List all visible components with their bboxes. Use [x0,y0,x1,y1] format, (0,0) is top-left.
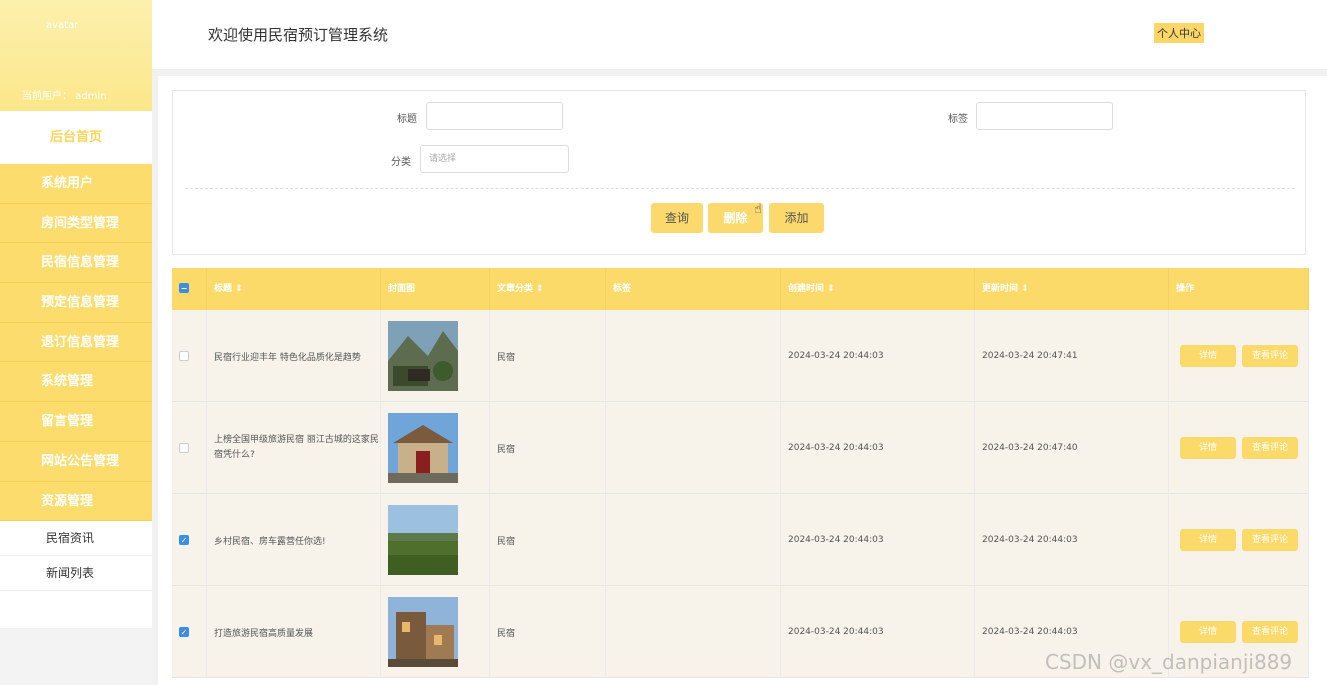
detail-button[interactable]: 详情 [1180,529,1236,551]
row-created: 2024-03-24 20:44:03 [781,586,975,678]
add-button[interactable]: 添加 [769,203,824,233]
sidebar-item-room-types[interactable]: 房间类型管理 [0,203,152,244]
divider [185,188,1295,189]
col-updated[interactable]: 更新时间 ⇕ [975,268,1169,310]
view-comments-button[interactable]: 查看评论 [1242,345,1298,367]
view-comments-button[interactable]: 查看评论 [1242,621,1298,643]
sidebar-blank [0,591,152,629]
top-header: 欢迎使用民宿预订管理系统 个人中心 [152,0,1327,70]
sidebar-item-home[interactable]: 后台首页 [0,111,152,164]
cover-image [381,310,490,402]
col-actions: 操作 [1169,268,1309,310]
sidebar-subitem-homestay-news[interactable]: 民宿资讯 [0,521,152,557]
row-tag [606,310,781,402]
row-created: 2024-03-24 20:44:03 [781,310,975,402]
sidebar-item-bookings[interactable]: 预定信息管理 [0,283,152,323]
row-category: 民宿 [490,310,606,402]
personal-center-button[interactable]: 个人中心 [1154,23,1204,43]
hand-cursor-icon: ☝ [754,202,762,217]
view-comments-button[interactable]: 查看评论 [1242,529,1298,551]
tag-input[interactable] [976,102,1113,130]
detail-button[interactable]: 详情 [1180,437,1236,459]
row-tag [606,494,781,586]
table-row: 民宿行业迎丰年 特色化品质化是趋势 民宿 2024-03-24 20:44:03… [172,310,1309,402]
row-category: 民宿 [490,494,606,586]
row-title: 民宿行业迎丰年 特色化品质化是趋势 [207,310,381,402]
current-user-label: 当前用户： admin [22,91,107,102]
search-panel: 标题 标签 分类 请选择 查询 删除 添加 ☝ [172,90,1306,255]
cover-image [381,494,490,586]
row-checkbox[interactable]: ✓ [179,627,189,637]
sidebar-item-system-admin[interactable]: 系统管理 [0,362,152,403]
sidebar-user-panel: avatar 当前用户： admin [0,0,152,111]
col-cover: 封面图 [381,268,490,310]
row-tag [606,402,781,494]
col-category[interactable]: 文章分类 ⇕ [490,268,606,310]
sidebar-item-homestay-info[interactable]: 民宿信息管理 [0,243,152,284]
watermark: CSDN @vx_danpianji889 [1045,650,1293,674]
detail-button[interactable]: 详情 [1180,621,1236,643]
category-select[interactable]: 请选择 [420,145,569,173]
row-updated: 2024-03-24 20:44:03 [975,494,1169,586]
cover-image [381,402,490,494]
row-title: 打造旅游民宿高质量发展 [207,586,381,678]
tag-label: 标签 [948,114,968,125]
row-updated: 2024-03-24 20:47:41 [975,310,1169,402]
table-row: 上榜全国甲级旅游民宿 丽江古城的这家民宿凭什么? 民宿 2024-03-24 2… [172,402,1309,494]
sidebar-item-system-users[interactable]: 系统用户 [0,164,152,204]
col-tag: 标签 [606,268,781,310]
title-label: 标题 [397,114,417,125]
sidebar-item-announcements[interactable]: 网站公告管理 [0,441,152,482]
news-table: − 标题 ⇕ 封面图 文章分类 ⇕ 标签 创建时间 ⇕ 更新时间 ⇕ 操作 民宿… [172,268,1309,678]
sidebar-item-cancellations[interactable]: 退订信息管理 [0,322,152,363]
table-row: ✓ 乡村民宿、房车露营任你选! 民宿 2024-03-24 20:44:03 2… [172,494,1309,586]
row-title: 上榜全国甲级旅游民宿 丽江古城的这家民宿凭什么? [207,402,381,494]
sidebar-item-messages[interactable]: 留言管理 [0,402,152,442]
page-title: 欢迎使用民宿预订管理系统 [208,26,389,44]
row-title: 乡村民宿、房车露营任你选! [207,494,381,586]
col-title[interactable]: 标题 ⇕ [207,268,381,310]
main-content: 标题 标签 分类 请选择 查询 删除 添加 ☝ − 标题 ⇕ 封面图 文章分类 … [158,76,1327,685]
select-all-checkbox[interactable]: − [179,283,189,293]
table-header: − 标题 ⇕ 封面图 文章分类 ⇕ 标签 创建时间 ⇕ 更新时间 ⇕ 操作 [172,268,1309,310]
row-checkbox[interactable]: ✓ [179,535,189,545]
row-category: 民宿 [490,402,606,494]
row-updated: 2024-03-24 20:47:40 [975,402,1169,494]
sidebar: avatar 当前用户： admin 后台首页 系统用户 房间类型管理 民宿信息… [0,0,152,685]
row-category: 民宿 [490,586,606,678]
sidebar-subitem-news-list[interactable]: 新闻列表 [0,556,152,592]
category-label: 分类 [391,157,411,168]
cover-image [381,586,490,678]
view-comments-button[interactable]: 查看评论 [1242,437,1298,459]
row-created: 2024-03-24 20:44:03 [781,402,975,494]
row-created: 2024-03-24 20:44:03 [781,494,975,586]
detail-button[interactable]: 详情 [1180,345,1236,367]
col-created[interactable]: 创建时间 ⇕ [781,268,975,310]
sidebar-item-resources[interactable]: 资源管理 [0,481,152,522]
avatar: avatar [46,20,79,31]
row-tag [606,586,781,678]
title-input[interactable] [426,102,563,130]
query-button[interactable]: 查询 [651,203,703,233]
select-all-cell: − [172,268,207,310]
row-checkbox[interactable] [179,443,189,453]
row-checkbox[interactable] [179,351,189,361]
